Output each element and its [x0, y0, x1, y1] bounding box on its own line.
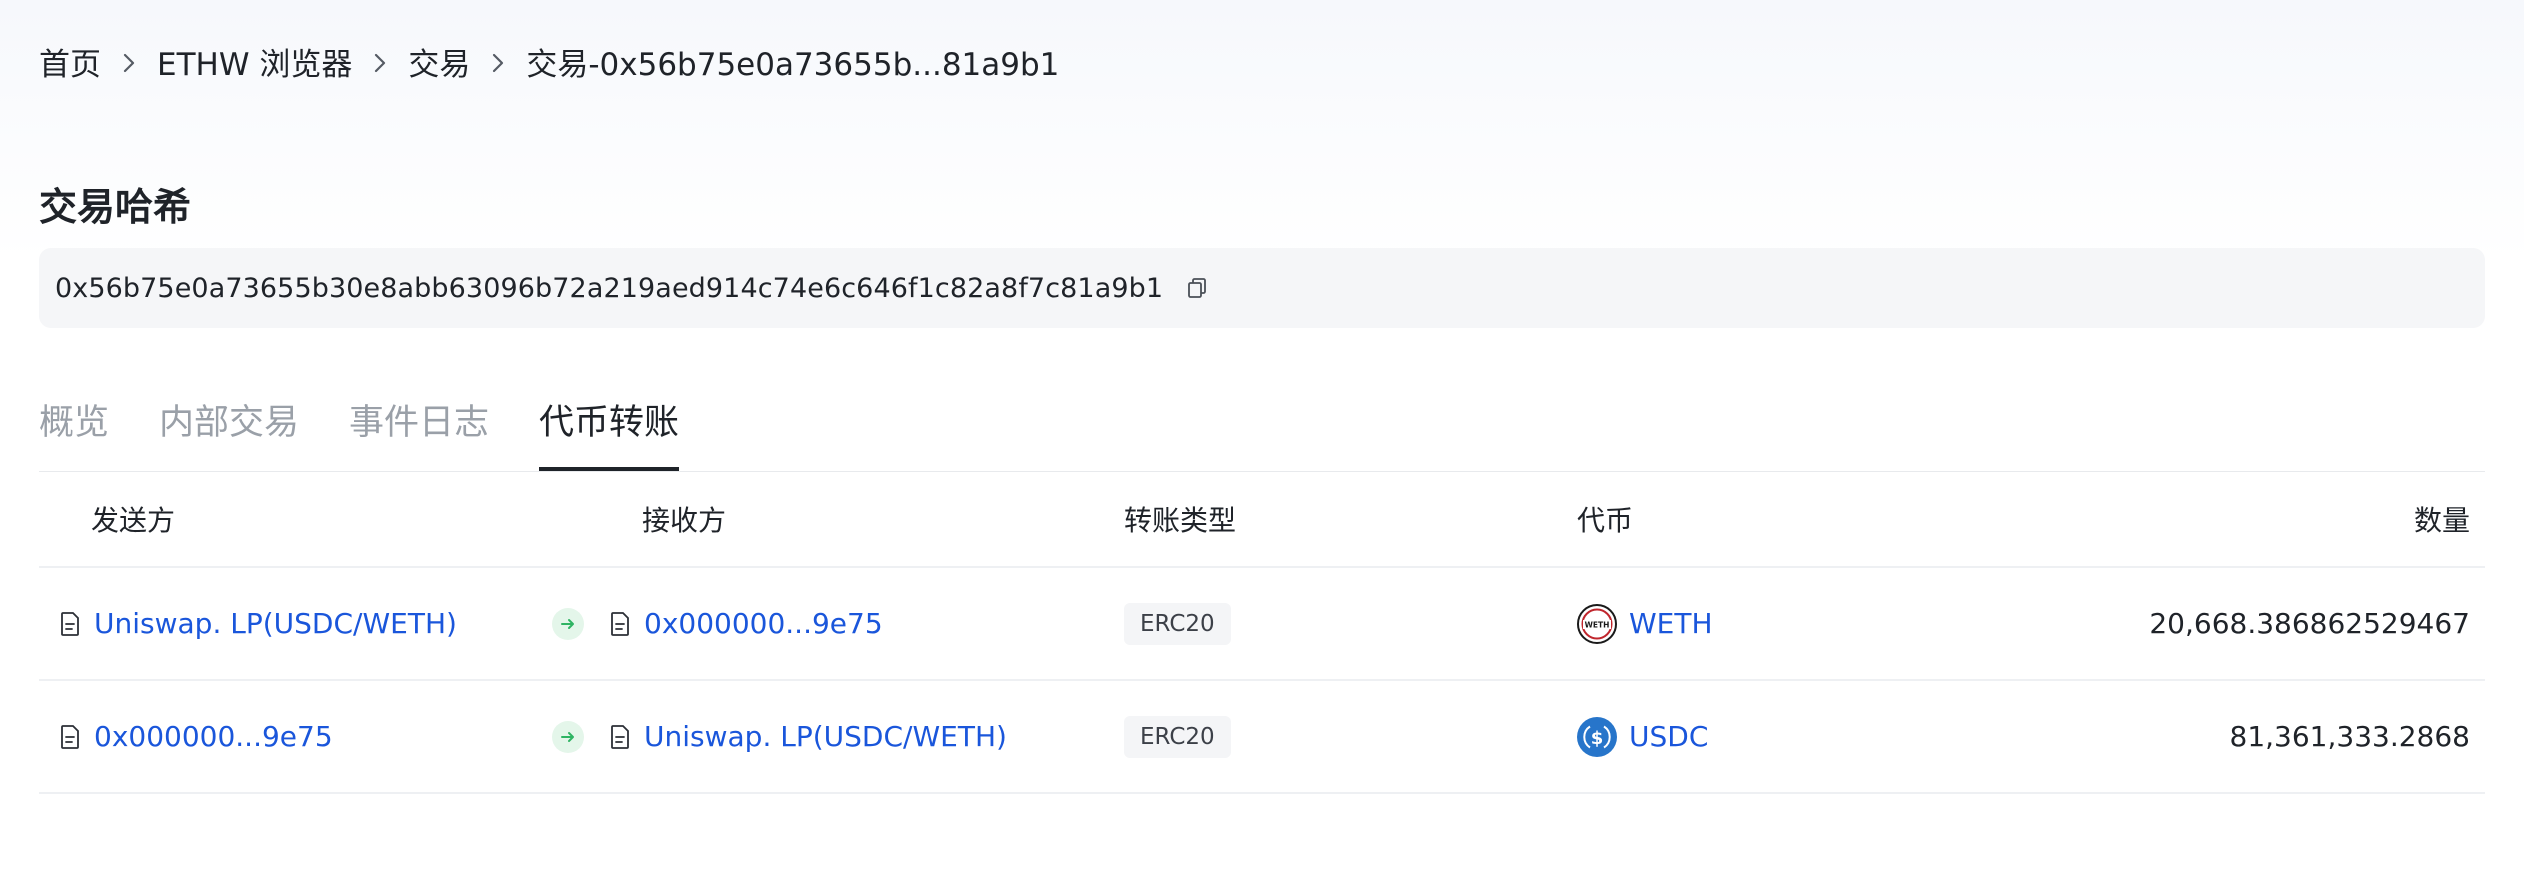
svg-text:WETH: WETH	[1585, 620, 1610, 629]
from-address-link[interactable]: 0x000000...9e75	[94, 720, 333, 753]
to-cell: 0x000000...9e75	[609, 568, 883, 679]
token-link[interactable]: USDC	[1629, 720, 1708, 753]
type-cell: ERC20	[1124, 568, 1231, 679]
usdc-token-logo: $	[1577, 716, 1617, 757]
tab-token-transfers[interactable]: 代币转账	[539, 395, 680, 471]
copy-icon[interactable]	[1185, 276, 1209, 300]
amount-value: 20,668.386862529467	[2149, 607, 2470, 640]
breadcrumb-explorer[interactable]: ETHW 浏览器	[157, 39, 352, 84]
header-token: 代币	[1577, 504, 1634, 537]
breadcrumb-home[interactable]: 首页	[39, 39, 101, 84]
breadcrumb-transactions[interactable]: 交易	[408, 39, 470, 84]
table-row: Uniswap. LP(USDC/WETH) 0x000000...9e75 E…	[39, 568, 2485, 681]
amount-value: 81,361,333.2868	[2229, 720, 2470, 753]
chevron-right-icon	[101, 43, 157, 79]
token-link[interactable]: WETH	[1629, 607, 1713, 640]
header-from: 发送方	[91, 504, 176, 537]
tab-event-logs[interactable]: 事件日志	[349, 395, 489, 471]
table-row: 0x000000...9e75 Uniswap. LP(USDC/WETH) E…	[39, 681, 2485, 794]
svg-text:$: $	[1591, 728, 1604, 749]
header-amount: 数量	[2413, 504, 2470, 537]
contract-icon	[609, 611, 631, 637]
token-transfers-table: 发送方 接收方 转账类型 代币 数量 Uniswap. LP(USDC/WETH…	[39, 472, 2485, 794]
tab-internal-transactions[interactable]: 内部交易	[159, 395, 299, 471]
type-cell: ERC20	[1124, 681, 1231, 792]
transaction-page: 首页 ETHW 浏览器 交易 交易-0x56b75e0a73655b...81a…	[0, 0, 2524, 874]
weth-token-logo: WETH	[1577, 603, 1617, 644]
hash-box: 0x56b75e0a73655b30e8abb63096b72a219aed91…	[39, 248, 2485, 328]
transfer-direction	[552, 568, 584, 679]
tabs: 概览 内部交易 事件日志 代币转账	[39, 395, 729, 471]
transfer-direction	[552, 681, 584, 792]
token-cell: WETH WETH	[1577, 568, 1713, 679]
arrow-right-icon	[552, 720, 584, 753]
transaction-hash: 0x56b75e0a73655b30e8abb63096b72a219aed91…	[55, 272, 1164, 304]
to-address-link[interactable]: 0x000000...9e75	[644, 607, 883, 640]
from-cell: 0x000000...9e75	[59, 681, 333, 792]
contract-icon	[59, 724, 81, 750]
from-cell: Uniswap. LP(USDC/WETH)	[59, 568, 457, 679]
table-header: 发送方 接收方 转账类型 代币 数量	[39, 472, 2485, 568]
page-title: 交易哈希	[39, 185, 192, 229]
to-cell: Uniswap. LP(USDC/WETH)	[609, 681, 1007, 792]
header-type: 转账类型	[1124, 504, 1237, 537]
breadcrumb-current: 交易-0x56b75e0a73655b...81a9b1	[526, 46, 1060, 83]
to-address-link[interactable]: Uniswap. LP(USDC/WETH)	[644, 720, 1007, 753]
chevron-right-icon	[352, 43, 408, 79]
token-cell: $ USDC	[1577, 681, 1708, 792]
transfer-type-badge: ERC20	[1124, 602, 1231, 645]
tab-overview[interactable]: 概览	[39, 395, 109, 471]
arrow-right-icon	[552, 607, 584, 640]
chevron-right-icon	[470, 43, 526, 79]
contract-icon	[59, 611, 81, 637]
transfer-type-badge: ERC20	[1124, 715, 1231, 758]
from-address-link[interactable]: Uniswap. LP(USDC/WETH)	[94, 607, 457, 640]
header-to: 接收方	[642, 504, 727, 537]
contract-icon	[609, 724, 631, 750]
breadcrumb: 首页 ETHW 浏览器 交易 交易-0x56b75e0a73655b...81a…	[39, 36, 1059, 86]
